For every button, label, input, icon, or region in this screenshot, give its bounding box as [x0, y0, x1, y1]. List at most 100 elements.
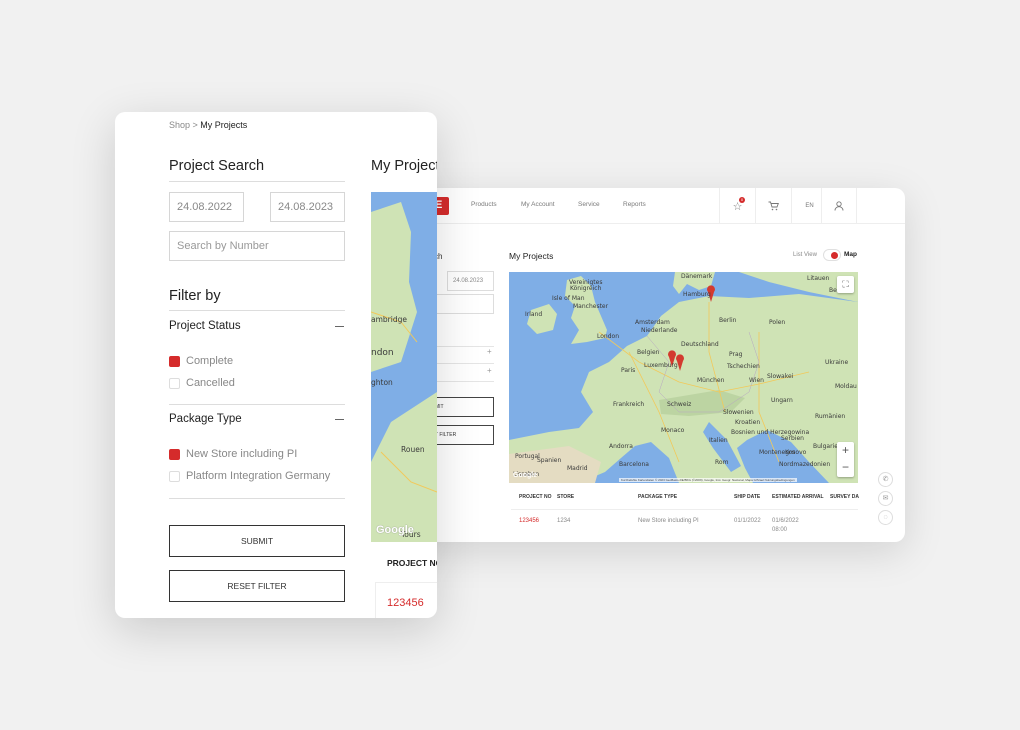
- account-button[interactable]: [821, 188, 857, 224]
- complete-checkbox[interactable]: [169, 356, 180, 367]
- divider: [169, 404, 345, 405]
- cell-store: 1234: [557, 518, 571, 524]
- zoom-in-button[interactable]: +: [837, 442, 854, 459]
- map-label: Tschechien: [726, 363, 760, 370]
- date-from-input[interactable]: 24.08.2022: [169, 192, 244, 222]
- map-label: Monaco: [661, 427, 685, 434]
- nav-reports[interactable]: Reports: [623, 201, 646, 208]
- nav-my-account[interactable]: My Account: [521, 201, 555, 208]
- col-header-package-type[interactable]: PACKAGE TYPE: [638, 494, 677, 500]
- col-header-survey[interactable]: SURVEY DA: [830, 494, 859, 500]
- col-header-ship-date[interactable]: SHIP DATE: [734, 494, 760, 500]
- package-type-group[interactable]: Package Type: [169, 413, 242, 425]
- complete-label: Complete: [186, 355, 234, 367]
- map-label: Kroatien: [735, 419, 760, 426]
- divider: [169, 310, 345, 311]
- map-label: Berlin: [719, 317, 737, 324]
- map-label: Bosnien und Herzegowina: [731, 429, 809, 436]
- list-view-toggle[interactable]: List View: [793, 252, 817, 258]
- map-label: Rumänien: [815, 413, 845, 420]
- view-switch[interactable]: [823, 249, 841, 261]
- map-canvas: ambridge ndon ghton Rouen Tours: [371, 192, 437, 542]
- cell-arrival: 01/6/2022: [772, 518, 799, 524]
- mail-icon[interactable]: ✉: [878, 491, 893, 506]
- map-label: Hamburg: [683, 291, 711, 298]
- zoom-out-button[interactable]: −: [837, 459, 854, 476]
- map-label: Paris: [621, 367, 635, 374]
- divider: [169, 498, 345, 499]
- col-header-store[interactable]: STORE: [557, 494, 574, 500]
- map-label: Deutschland: [681, 341, 719, 348]
- map-label: Wien: [749, 377, 764, 384]
- top-navigation: KE Products My Account Service Reports ☆…: [380, 188, 905, 224]
- fullscreen-icon: ⛶: [842, 279, 849, 289]
- map-canvas: Dänemark Vereinigtes Königreich Isle of …: [509, 272, 858, 483]
- mobile-window: Shop > My Projects Project Search 24.08.…: [115, 112, 437, 618]
- map-label: Slowakei: [767, 373, 794, 380]
- breadcrumb-shop[interactable]: Shop >: [169, 120, 198, 130]
- nav-service[interactable]: Service: [578, 201, 600, 208]
- user-icon: [834, 201, 844, 211]
- phone-icon[interactable]: ✆: [878, 472, 893, 487]
- map-label: Isle of Man: [552, 295, 585, 302]
- cancelled-label: Cancelled: [186, 377, 235, 389]
- divider: [435, 381, 494, 382]
- map-label: Rouen: [401, 445, 425, 454]
- map-label: Belgien: [637, 349, 660, 356]
- map-label: Ukraine: [825, 359, 848, 366]
- map-label: Madrid: [567, 465, 588, 472]
- google-logo: Google: [376, 524, 414, 536]
- map-label: Irland: [525, 311, 542, 318]
- cart-button[interactable]: [755, 188, 791, 224]
- favorites-badge: 0: [739, 197, 745, 203]
- back-date-to-input[interactable]: 24.08.2023: [447, 271, 494, 291]
- map-label: Andorra: [609, 443, 633, 450]
- map-label: Amsterdam: [635, 319, 670, 326]
- map-label: Schweiz: [667, 401, 691, 408]
- fullscreen-button[interactable]: ⛶: [837, 276, 854, 293]
- map-view-label[interactable]: Map: [844, 251, 857, 258]
- search-by-number-input[interactable]: Search by Number: [169, 231, 345, 261]
- col-header-project-no[interactable]: PROJECT NO: [519, 494, 552, 500]
- projects-map-mobile[interactable]: ambridge ndon ghton Rouen Tours Google: [371, 192, 437, 542]
- col-header-arrival[interactable]: ESTIMATED ARRIVAL: [772, 494, 824, 500]
- map-label: ndon: [371, 348, 394, 358]
- map-label: Italien: [709, 437, 728, 444]
- project-status-group[interactable]: Project Status: [169, 320, 241, 332]
- projects-map[interactable]: Dänemark Vereinigtes Königreich Isle of …: [509, 272, 858, 483]
- new-store-checkbox[interactable]: [169, 449, 180, 460]
- plus-icon[interactable]: +: [487, 366, 492, 375]
- map-label: Spanien: [537, 457, 561, 464]
- divider: [435, 363, 494, 364]
- cell-arrival-time: 08:00: [772, 527, 788, 533]
- map-label: Prag: [729, 351, 743, 358]
- map-label: Slowenien: [723, 409, 754, 416]
- collapse-icon[interactable]: [335, 419, 344, 420]
- google-logo: Google: [513, 472, 538, 479]
- map-label: Rom: [715, 459, 729, 466]
- col-header-project-no[interactable]: PROJECT NO: [387, 558, 437, 568]
- project-link[interactable]: 123456: [387, 597, 424, 609]
- reset-filter-button[interactable]: RESET FILTER: [169, 570, 345, 602]
- filter-title: Filter by: [169, 288, 221, 304]
- divider: [169, 181, 345, 182]
- map-label: Ungarn: [771, 397, 793, 404]
- cancelled-checkbox[interactable]: [169, 378, 180, 389]
- favorites-button[interactable]: ☆ 0: [719, 188, 755, 224]
- map-label: Kosovo: [785, 449, 807, 456]
- map-label: Luxemburg: [644, 362, 678, 369]
- date-to-input[interactable]: 24.08.2023: [270, 192, 345, 222]
- nav-products[interactable]: Products: [471, 201, 497, 208]
- map-attribution: Kurzbefehle Kartendaten © 2023 GeoBasis-…: [619, 478, 797, 482]
- project-link[interactable]: 123456: [519, 518, 539, 524]
- collapse-icon[interactable]: [335, 326, 344, 327]
- submit-button[interactable]: SUBMIT: [169, 525, 345, 557]
- plus-icon[interactable]: +: [487, 347, 492, 356]
- cell-package-type: New Store including PI: [638, 518, 699, 524]
- platform-integration-checkbox[interactable]: [169, 471, 180, 482]
- page-title: My Projects: [509, 251, 554, 261]
- chat-icon[interactable]: ◌: [878, 510, 893, 525]
- new-store-label: New Store including PI: [186, 448, 298, 460]
- platform-integration-label: Platform Integration Germany: [186, 470, 331, 482]
- map-label: Polen: [769, 319, 785, 326]
